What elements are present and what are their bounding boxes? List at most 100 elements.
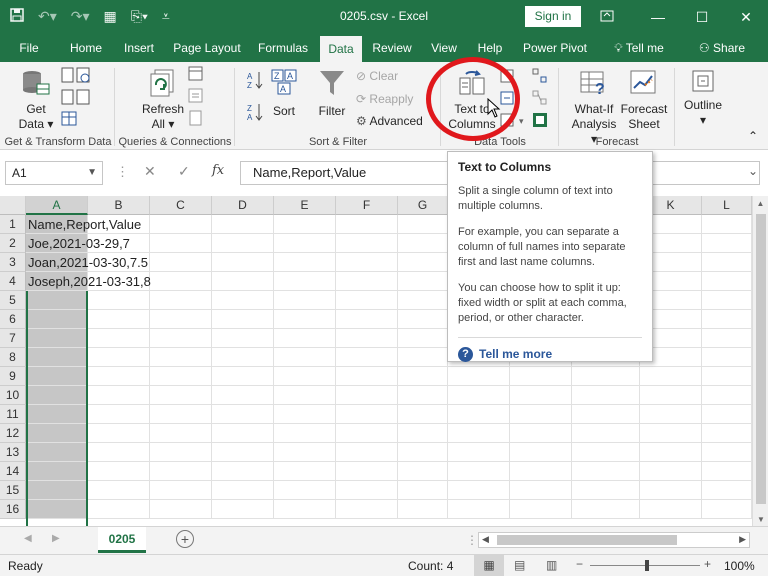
cell[interactable] <box>150 367 212 386</box>
cell[interactable] <box>448 443 510 462</box>
cell[interactable] <box>336 481 398 500</box>
cell[interactable] <box>336 462 398 481</box>
edit-links-icon[interactable] <box>188 110 204 130</box>
sort-az-icon[interactable]: AZ <box>246 70 264 94</box>
sort-za-icon[interactable]: ZA <box>246 102 264 126</box>
cell[interactable] <box>274 215 336 234</box>
row-header[interactable]: 9 <box>0 367 26 386</box>
zoom-in-icon[interactable]: + <box>704 557 711 571</box>
cell[interactable] <box>702 443 752 462</box>
cell[interactable] <box>150 405 212 424</box>
cell[interactable] <box>510 424 572 443</box>
row-header[interactable]: 6 <box>0 310 26 329</box>
cell[interactable] <box>26 291 88 310</box>
cell[interactable] <box>398 405 448 424</box>
tab-formulas[interactable]: Formulas <box>252 34 314 62</box>
row-header[interactable]: 2 <box>0 234 26 253</box>
cell[interactable] <box>702 234 752 253</box>
cell[interactable] <box>510 405 572 424</box>
column-header-b[interactable]: B <box>88 196 150 215</box>
cell[interactable] <box>336 405 398 424</box>
cell[interactable] <box>26 386 88 405</box>
cell[interactable] <box>448 405 510 424</box>
column-header-l[interactable]: L <box>702 196 752 215</box>
minimize-icon[interactable]: — <box>636 0 680 34</box>
normal-view-icon[interactable]: ▦ <box>474 555 504 576</box>
cell[interactable] <box>398 481 448 500</box>
cancel-icon[interactable]: ✕ <box>144 163 156 180</box>
cell[interactable] <box>510 500 572 519</box>
remove-duplicates-icon[interactable] <box>500 90 516 110</box>
cell[interactable] <box>640 405 702 424</box>
cell[interactable] <box>336 367 398 386</box>
from-text-icon[interactable] <box>60 66 92 88</box>
cell[interactable] <box>336 272 398 291</box>
chevron-down-icon[interactable]: ▼ <box>87 162 97 184</box>
cell[interactable] <box>212 291 274 310</box>
cell[interactable] <box>640 424 702 443</box>
cell[interactable] <box>150 443 212 462</box>
sheet-tab-0205[interactable]: 0205 <box>98 527 146 553</box>
cell[interactable] <box>640 443 702 462</box>
cell[interactable] <box>150 481 212 500</box>
cell[interactable] <box>212 310 274 329</box>
column-header-e[interactable]: E <box>274 196 336 215</box>
cell[interactable] <box>88 386 150 405</box>
scroll-up-icon[interactable]: ▲ <box>753 199 768 208</box>
h-scroll-thumb[interactable] <box>497 535 677 545</box>
reapply-button[interactable]: ⟳ Reapply <box>356 91 413 107</box>
cell[interactable] <box>398 462 448 481</box>
cell[interactable] <box>572 424 640 443</box>
scroll-down-icon[interactable]: ▼ <box>753 515 768 524</box>
cell[interactable] <box>336 234 398 253</box>
tab-page-layout[interactable]: Page Layout <box>170 34 244 62</box>
cell[interactable] <box>510 481 572 500</box>
cell[interactable] <box>212 272 274 291</box>
cell[interactable] <box>212 215 274 234</box>
cell[interactable] <box>150 329 212 348</box>
prev-sheet-icon[interactable]: ◀ <box>24 533 32 544</box>
cell[interactable] <box>702 272 752 291</box>
row-header[interactable]: 13 <box>0 443 26 462</box>
cell[interactable] <box>274 500 336 519</box>
cell[interactable] <box>572 481 640 500</box>
cell[interactable] <box>150 253 212 272</box>
refresh-all-button[interactable]: Refresh All ▾ <box>140 68 186 132</box>
cell[interactable] <box>88 424 150 443</box>
cell[interactable] <box>150 291 212 310</box>
cell[interactable] <box>398 310 448 329</box>
cell[interactable] <box>702 462 752 481</box>
cell[interactable] <box>572 443 640 462</box>
cell[interactable] <box>398 291 448 310</box>
cell[interactable] <box>26 310 88 329</box>
sign-in-button[interactable]: Sign in <box>525 6 581 27</box>
cell[interactable] <box>88 481 150 500</box>
cell[interactable] <box>212 462 274 481</box>
cell[interactable] <box>702 367 752 386</box>
cell[interactable] <box>88 329 150 348</box>
maximize-icon[interactable]: ☐ <box>680 0 724 34</box>
cell[interactable] <box>398 329 448 348</box>
row-header[interactable]: 1 <box>0 215 26 234</box>
cell[interactable] <box>398 253 448 272</box>
cell[interactable] <box>702 424 752 443</box>
cell[interactable] <box>212 367 274 386</box>
insert-function-icon[interactable]: fx <box>212 163 224 178</box>
cell[interactable] <box>702 310 752 329</box>
row-header[interactable]: 8 <box>0 348 26 367</box>
cell[interactable] <box>212 500 274 519</box>
page-break-view-icon[interactable]: ▥ <box>546 558 557 572</box>
cell[interactable] <box>150 348 212 367</box>
cell[interactable] <box>150 462 212 481</box>
cell[interactable] <box>640 500 702 519</box>
cell[interactable] <box>336 386 398 405</box>
cell[interactable] <box>274 348 336 367</box>
enter-icon[interactable]: ✓ <box>178 163 190 180</box>
cell[interactable] <box>448 367 510 386</box>
cell[interactable] <box>398 272 448 291</box>
page-layout-view-icon[interactable]: ▤ <box>514 558 525 572</box>
get-data-button[interactable]: Get Data ▾ <box>16 68 56 132</box>
cell[interactable] <box>448 386 510 405</box>
cell[interactable] <box>150 424 212 443</box>
cell[interactable] <box>26 348 88 367</box>
